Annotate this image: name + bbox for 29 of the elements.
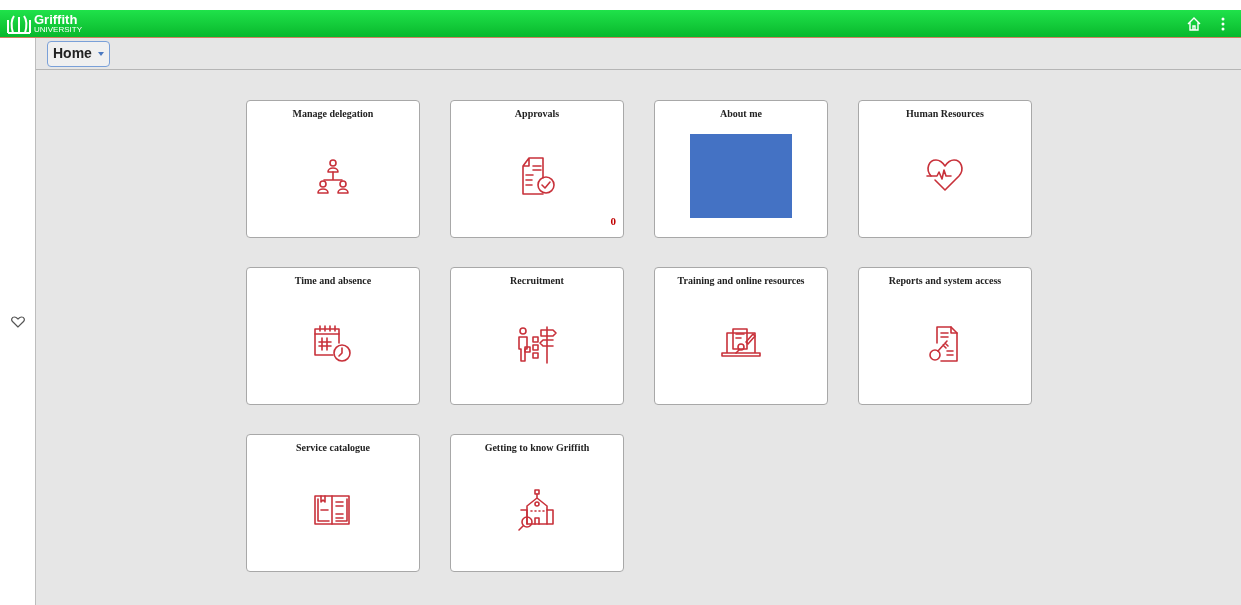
- tile-card[interactable]: Service catalogue: [246, 434, 420, 572]
- tile-count: 0: [610, 213, 616, 229]
- logo-icon: [6, 13, 32, 34]
- tile-title: Approvals: [514, 107, 560, 121]
- logo-title: Griffith: [34, 13, 79, 26]
- home-dropdown[interactable]: Home: [47, 40, 110, 67]
- tile-card[interactable]: Getting to know Griffith: [450, 434, 624, 572]
- tile-card[interactable]: Manage delegation: [246, 100, 420, 238]
- tile-card[interactable]: Approvals 0: [450, 100, 624, 238]
- tile-title: About me: [720, 107, 762, 121]
- tile-card[interactable]: Recruitment: [450, 267, 624, 405]
- tile-title: Manage delegation: [292, 107, 374, 121]
- tile-title: Reports and system access: [888, 274, 1002, 288]
- logo-subtitle: UNIVERSITY: [34, 25, 82, 34]
- tile-title: Human Resources: [906, 107, 984, 121]
- tile-title: Getting to know Griffith: [484, 441, 590, 455]
- tile-card[interactable]: Reports and system access: [858, 267, 1032, 405]
- favorite-heart-icon[interactable]: [10, 315, 25, 328]
- tile-card[interactable]: Training and online resources: [654, 267, 828, 405]
- caret-icon: [97, 51, 104, 56]
- tile-title: Training and online resources: [677, 274, 805, 288]
- tile-card[interactable]: Time and absence: [246, 267, 420, 405]
- tile-card[interactable]: About me: [654, 100, 828, 238]
- home-icon[interactable]: [1187, 16, 1201, 31]
- tile-title: Service catalogue: [295, 441, 371, 455]
- tile-card[interactable]: Human Resources: [858, 100, 1032, 238]
- tile-title: Time and absence: [294, 274, 372, 288]
- more-menu-icon[interactable]: [1221, 16, 1225, 31]
- tile-title: Recruitment: [510, 274, 564, 288]
